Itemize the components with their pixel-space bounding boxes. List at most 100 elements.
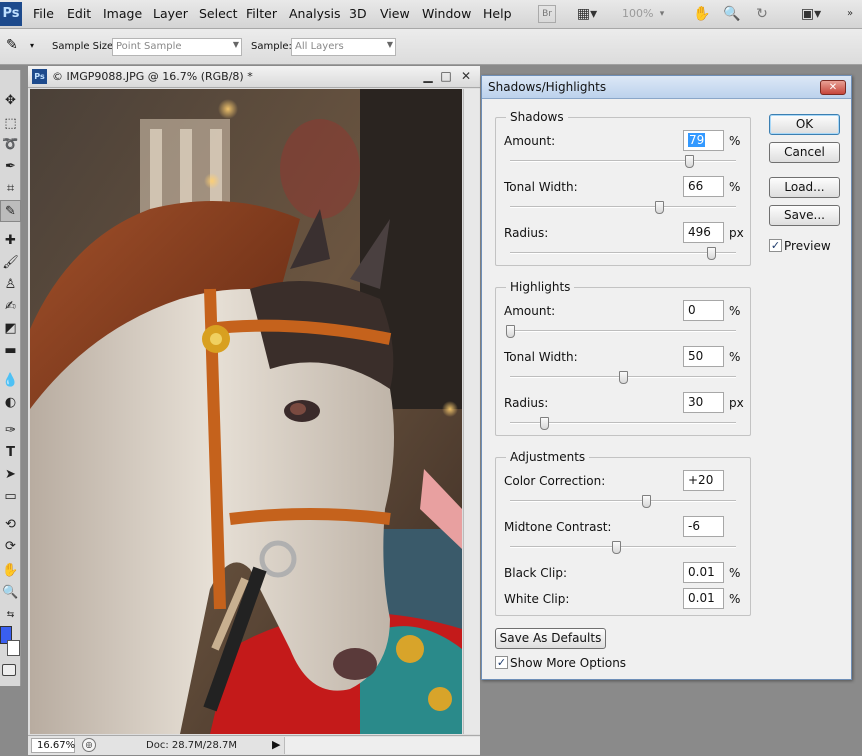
quick-select-tool-icon[interactable]: ✒ <box>0 156 21 178</box>
white-clip-input[interactable]: 0.01 <box>683 588 724 609</box>
highlights-amount-slider-track[interactable] <box>506 325 736 338</box>
midtone-contrast-input[interactable]: -6 <box>683 516 724 537</box>
midtone-contrast-slider-track[interactable] <box>510 541 736 554</box>
shadows-amount-slider-thumb[interactable] <box>684 155 694 168</box>
menu-file[interactable]: File <box>33 6 54 21</box>
background-color-swatch[interactable] <box>7 640 20 656</box>
sample-size-select[interactable]: Point Sample ▼ <box>112 38 242 56</box>
highlights-amount-label: Amount: <box>504 304 556 318</box>
dodge-tool-icon[interactable]: ◐ <box>0 392 21 414</box>
shadows-radius-slider-thumb[interactable] <box>707 247 717 260</box>
menu-view[interactable]: View <box>380 6 410 21</box>
quick-mask-icon[interactable] <box>2 664 16 676</box>
sample-size-label: Sample Size: <box>52 41 117 52</box>
highlights-radius-slider-track[interactable] <box>510 417 736 430</box>
vertical-scrollbar[interactable] <box>463 89 480 734</box>
eyedropper-tool-icon[interactable]: ✎ <box>0 200 21 222</box>
healing-tool-icon[interactable]: ✚ <box>0 230 21 252</box>
sample-label: Sample: <box>251 41 292 52</box>
blur-tool-icon[interactable]: 💧 <box>0 370 21 392</box>
sample-select[interactable]: All Layers ▼ <box>291 38 396 56</box>
hand-icon[interactable]: ✋ <box>692 4 712 24</box>
highlights-radius-slider-thumb[interactable] <box>539 417 549 430</box>
dialog-close-icon[interactable]: ✕ <box>820 80 846 95</box>
bridge-icon[interactable]: Br <box>538 5 556 23</box>
menu-filter[interactable]: Filter <box>246 6 277 21</box>
marquee-tool-icon[interactable]: ⬚ <box>0 113 21 135</box>
highlights-amount-slider-thumb[interactable] <box>506 325 515 338</box>
show-more-options-label: Show More Options <box>510 656 627 670</box>
highlights-amount-input[interactable]: 0 <box>683 300 724 321</box>
rotate-icon[interactable]: ↻ <box>752 4 772 24</box>
chevron-down-icon[interactable]: ▾ <box>30 41 34 50</box>
lasso-tool-icon[interactable]: ➰ <box>0 134 21 156</box>
menu-image[interactable]: Image <box>103 6 142 21</box>
zoom-field[interactable]: 16.67% <box>31 738 75 753</box>
menu-select[interactable]: Select <box>199 6 238 21</box>
zoom-level-select[interactable]: 100% <box>622 7 653 20</box>
shadows-radius-input[interactable]: 496 <box>683 222 724 243</box>
minimize-icon[interactable]: ▁ <box>420 68 436 84</box>
color-correction-slider-track[interactable] <box>510 495 736 508</box>
brush-tool-icon[interactable]: 🖌 <box>0 252 21 274</box>
screen-mode-icon[interactable]: ▦▾ <box>572 4 602 24</box>
shadows-tonal-slider-thumb[interactable] <box>655 201 665 214</box>
cancel-button[interactable]: Cancel <box>769 142 840 163</box>
swap-colors-icon[interactable]: ⇆ <box>0 604 21 626</box>
horizontal-scrollbar[interactable] <box>284 737 480 754</box>
menu-window[interactable]: Window <box>422 6 471 21</box>
shadows-tonal-input[interactable]: 66 <box>683 176 724 197</box>
image-canvas[interactable] <box>30 89 462 734</box>
shadows-amount-input[interactable]: 79 <box>683 130 724 151</box>
eraser-tool-icon[interactable]: ◩ <box>0 318 21 340</box>
black-clip-input[interactable]: 0.01 <box>683 562 724 583</box>
menu-layer[interactable]: Layer <box>153 6 188 21</box>
stamp-tool-icon[interactable]: ♙ <box>0 274 21 296</box>
workspace-more-icon[interactable]: » <box>840 4 860 24</box>
arrange-icon[interactable]: ▣▾ <box>794 4 828 24</box>
ok-button[interactable]: OK <box>769 114 840 135</box>
zoom-icon[interactable]: 🔍 <box>722 4 742 24</box>
menu-edit[interactable]: Edit <box>67 6 91 21</box>
chevron-down-icon[interactable]: ▾ <box>656 4 668 24</box>
status-menu-arrow-icon[interactable]: ▶ <box>272 738 280 751</box>
maximize-icon[interactable]: □ <box>438 68 454 84</box>
menu-3d[interactable]: 3D <box>349 6 367 21</box>
highlights-tonal-slider-track[interactable] <box>510 371 736 384</box>
close-icon[interactable]: ✕ <box>458 68 474 84</box>
shape-tool-icon[interactable]: ▭ <box>0 486 21 508</box>
color-correction-input[interactable]: +20 <box>683 470 724 491</box>
move-tool-icon[interactable]: ✥ <box>0 90 21 112</box>
path-select-tool-icon[interactable]: ➤ <box>0 464 21 486</box>
menu-analysis[interactable]: Analysis <box>289 6 341 21</box>
3d-rotate-tool-icon[interactable]: ⟲ <box>0 514 21 536</box>
shadows-amount-slider-track[interactable] <box>510 155 736 168</box>
shadows-radius-slider-track[interactable] <box>510 247 736 260</box>
shadows-tonal-unit: % <box>729 180 741 194</box>
eyedropper-preset-icon[interactable]: ✎ <box>6 37 18 53</box>
adjustments-group-title: Adjustments <box>506 450 590 464</box>
save-button[interactable]: Save... <box>769 205 840 226</box>
crop-tool-icon[interactable]: ⌗ <box>0 178 21 200</box>
color-correction-slider-thumb[interactable] <box>641 495 651 508</box>
highlights-radius-input[interactable]: 30 <box>683 392 724 413</box>
highlights-tonal-input[interactable]: 50 <box>683 346 724 367</box>
gradient-tool-icon[interactable]: ▬ <box>0 340 21 362</box>
save-as-defaults-button[interactable]: Save As Defaults <box>495 628 606 649</box>
midtone-contrast-slider-thumb[interactable] <box>612 541 622 554</box>
hand-tool-icon[interactable]: ✋ <box>0 560 21 582</box>
status-info-icon[interactable]: ◎ <box>82 738 96 752</box>
3d-orbit-tool-icon[interactable]: ⟳ <box>0 536 21 558</box>
preview-checkbox[interactable]: ✓ <box>769 239 782 252</box>
type-tool-icon[interactable]: T <box>0 442 21 464</box>
zoom-tool-icon[interactable]: 🔍 <box>0 582 21 604</box>
dialog-titlebar[interactable]: Shadows/Highlights ✕ <box>482 76 851 99</box>
highlights-tonal-slider-thumb[interactable] <box>619 371 628 384</box>
show-more-options-checkbox[interactable]: ✓ <box>495 656 508 669</box>
pen-tool-icon[interactable]: ✑ <box>0 420 21 442</box>
menu-help[interactable]: Help <box>483 6 512 21</box>
shadows-tonal-slider-track[interactable] <box>510 201 736 214</box>
history-brush-tool-icon[interactable]: ✍ <box>0 296 21 318</box>
load-button[interactable]: Load... <box>769 177 840 198</box>
document-titlebar[interactable]: Ps © IMGP9088.JPG @ 16.7% (RGB/8) * ▁ □ … <box>28 66 480 88</box>
